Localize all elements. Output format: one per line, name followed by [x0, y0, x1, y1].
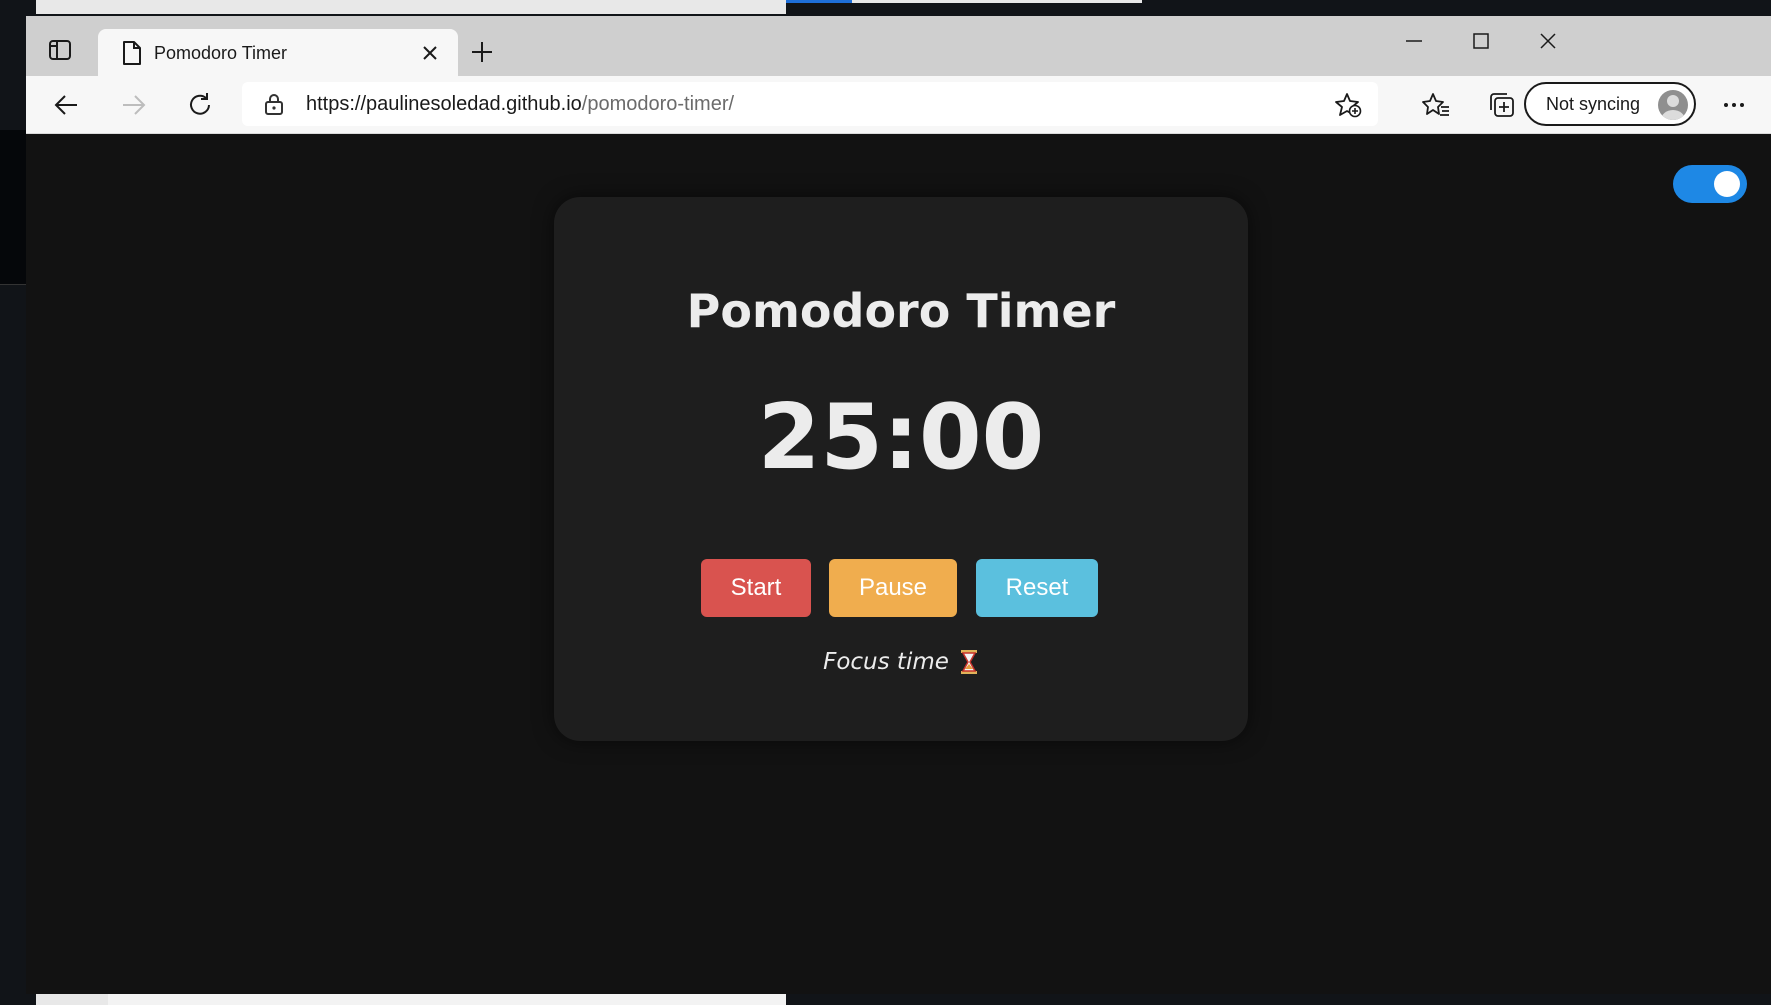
close-window-button[interactable]	[1526, 26, 1570, 56]
back-button[interactable]	[50, 89, 82, 121]
tab-actions-icon	[49, 40, 71, 60]
browser-window: Pomodoro Timer https://paulinesoledad.gi…	[26, 16, 1771, 994]
forward-button[interactable]	[118, 89, 150, 121]
plus-icon	[472, 42, 492, 62]
minimize-button[interactable]	[1392, 26, 1436, 56]
avatar	[1658, 90, 1688, 120]
close-icon	[1540, 33, 1556, 49]
arrow-left-icon	[54, 95, 77, 115]
minimize-icon	[1406, 40, 1422, 42]
status-row: Focus time	[554, 649, 1248, 675]
tab-active[interactable]: Pomodoro Timer	[98, 29, 458, 77]
new-tab-button[interactable]	[468, 38, 496, 66]
reload-icon	[190, 93, 210, 115]
background-window-edge	[108, 994, 786, 1005]
profile-sync-button[interactable]: Not syncing	[1524, 82, 1696, 126]
background-window-edge	[36, 0, 786, 14]
maximize-button[interactable]	[1459, 26, 1503, 56]
favorites-button[interactable]	[1420, 89, 1452, 121]
pause-button[interactable]: Pause	[829, 559, 957, 617]
arrow-right-icon	[123, 95, 146, 115]
toggle-knob	[1714, 171, 1740, 197]
address-bar[interactable]: https://paulinesoledad.github.io/pomodor…	[242, 82, 1378, 126]
settings-more-button[interactable]	[1718, 89, 1750, 121]
tab-actions-button[interactable]	[46, 36, 74, 64]
page-title: Pomodoro Timer	[686, 284, 1116, 338]
user-icon	[1661, 95, 1685, 120]
hourglass-icon	[960, 650, 977, 674]
page-content: Pomodoro Timer 25:00 Start Pause Reset F…	[26, 134, 1771, 994]
status-text: Focus time	[823, 649, 949, 675]
favorites-icon	[1422, 93, 1449, 116]
tab-strip: Pomodoro Timer	[26, 16, 1771, 77]
more-dots-icon	[1724, 103, 1744, 107]
reload-button[interactable]	[184, 89, 216, 121]
url-text: https://paulinesoledad.github.io/pomodor…	[306, 93, 734, 116]
reset-button[interactable]: Reset	[976, 559, 1098, 617]
background-window-accent	[786, 0, 852, 3]
dark-mode-toggle[interactable]	[1673, 165, 1747, 203]
timer-display: 25:00	[757, 385, 1045, 490]
browser-toolbar: https://paulinesoledad.github.io/pomodor…	[26, 76, 1771, 134]
tab-close-button[interactable]	[418, 41, 442, 65]
collections-icon	[1490, 93, 1514, 117]
page-icon	[123, 41, 141, 65]
sync-status-label: Not syncing	[1546, 94, 1641, 114]
background-window-edge	[852, 0, 1142, 3]
lock-icon	[265, 94, 283, 115]
timer-card: Pomodoro Timer 25:00 Start Pause Reset F…	[554, 197, 1248, 741]
add-favorite-icon[interactable]	[1334, 92, 1362, 118]
close-icon	[423, 46, 437, 60]
maximize-icon	[1473, 33, 1489, 49]
start-button[interactable]: Start	[701, 559, 811, 617]
background-window-panel	[0, 130, 26, 285]
tab-title: Pomodoro Timer	[154, 43, 288, 63]
collections-button[interactable]	[1486, 89, 1518, 121]
timer-controls: Start Pause Reset	[554, 559, 1248, 617]
url-path: /pomodoro-timer/	[581, 93, 735, 115]
url-host: https://paulinesoledad.github.io	[306, 93, 582, 115]
